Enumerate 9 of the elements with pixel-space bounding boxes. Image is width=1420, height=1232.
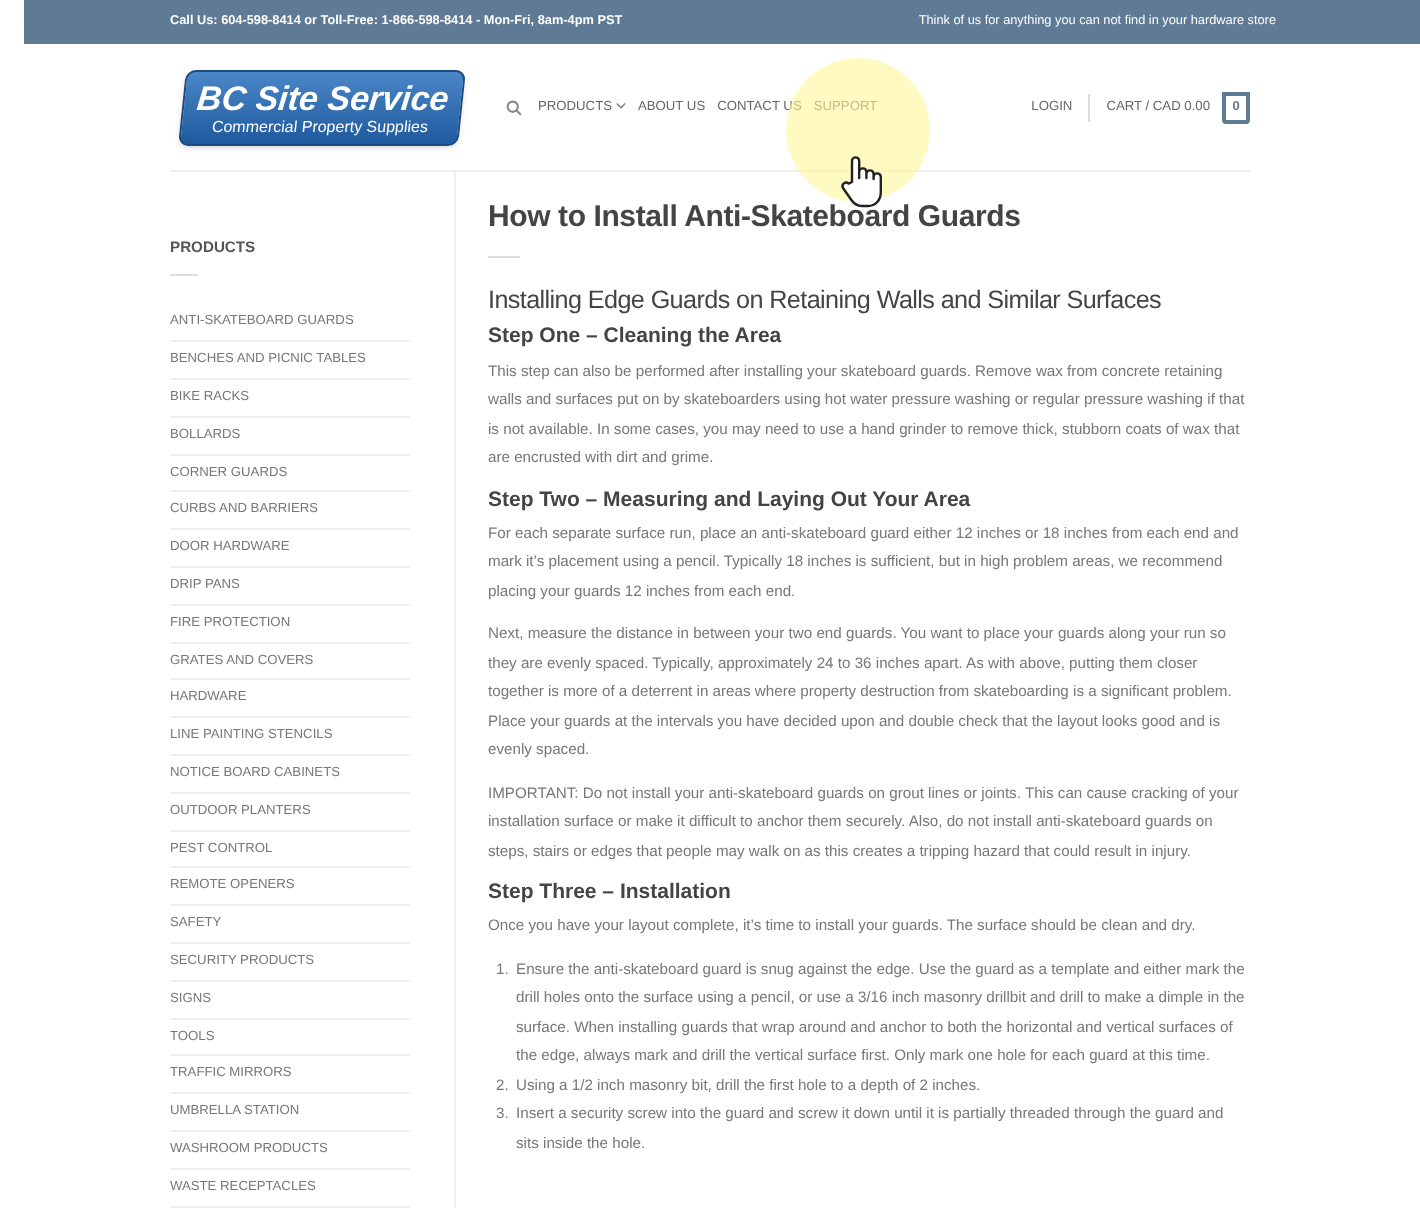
logo-title: BC Site Service	[195, 80, 451, 116]
section-heading: Installing Edge Guards on Retaining Walls and Similar Surfaces	[488, 285, 1164, 317]
step-heading: Step Two – Measuring and Laying Out Your Area	[488, 487, 973, 514]
step-heading: Step Three – Installation	[488, 880, 733, 907]
page-title: How to Install Anti-Skateboard Guards	[488, 200, 1023, 238]
logo-subtitle: Commercial Property Supplies	[211, 116, 430, 134]
logo[interactable]: BC Site Service Commercial Property Supplies	[178, 69, 466, 145]
step-heading: Step One – Cleaning the Area	[488, 324, 784, 352]
search-icon[interactable]	[506, 99, 522, 115]
